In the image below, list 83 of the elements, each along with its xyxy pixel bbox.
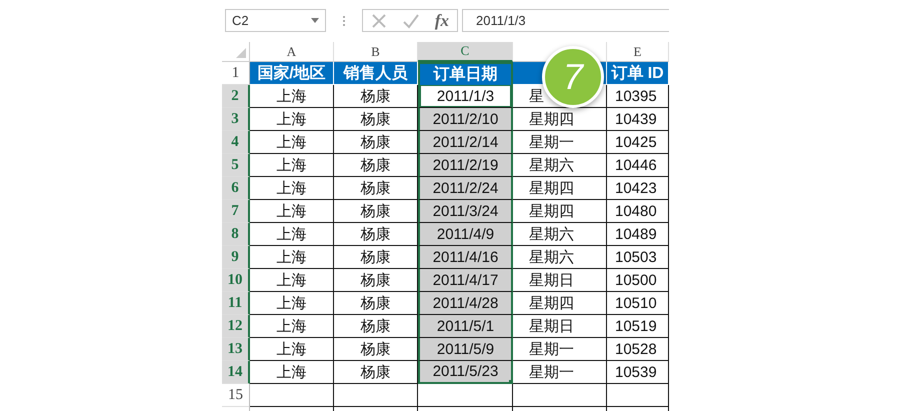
row-header[interactable]: 4: [222, 131, 250, 154]
row-header[interactable]: 1: [222, 62, 250, 85]
table-cell: 星期六: [513, 246, 607, 269]
insert-function-button[interactable]: fx: [434, 10, 450, 30]
column-header[interactable]: C: [418, 42, 513, 62]
table-cell: 上海: [250, 108, 334, 131]
column-header[interactable]: A: [250, 42, 334, 62]
table-cell: 10489: [607, 223, 669, 246]
table-cell: 销售人员: [334, 62, 418, 85]
table-cell: 10510: [607, 292, 669, 315]
row-header[interactable]: 10: [222, 269, 250, 292]
row-header[interactable]: 6: [222, 177, 250, 200]
cancel-icon[interactable]: [370, 12, 387, 28]
table-cell: 上海: [250, 246, 334, 269]
table-cell: 上海: [250, 85, 334, 108]
row-header[interactable]: 12: [222, 315, 250, 338]
table-cell: 上海: [250, 338, 334, 361]
formula-field[interactable]: 2011/1/3: [462, 9, 669, 32]
table-cell: 星期四: [513, 108, 607, 131]
row-header[interactable]: 5: [222, 154, 250, 177]
row-header[interactable]: 8: [222, 223, 250, 246]
table-cell: 10423: [607, 177, 669, 200]
name-box[interactable]: C2: [225, 9, 326, 32]
select-all-icon[interactable]: [236, 48, 246, 58]
table-cell: 2011/2/10: [418, 108, 513, 131]
table-cell: 星期六: [513, 154, 607, 177]
table-cell: 2011/2/19: [418, 154, 513, 177]
table-cell: 星期四: [513, 177, 607, 200]
table-cell: 2011/4/9: [418, 223, 513, 246]
row-header[interactable]: 13: [222, 338, 250, 361]
grip-icon: [342, 14, 346, 26]
empty-cell: [607, 384, 669, 407]
table-cell: 星期四: [513, 292, 607, 315]
table-cell: 10439: [607, 108, 669, 131]
table-cell: 10528: [607, 338, 669, 361]
row-header[interactable]: 3: [222, 108, 250, 131]
table-cell: 2011/5/9: [418, 338, 513, 361]
table-cell: 星期一: [513, 361, 607, 384]
row-header[interactable]: 2: [222, 85, 250, 108]
row-header[interactable]: 11: [222, 292, 250, 315]
table-cell: 2011/5/1: [418, 315, 513, 338]
table-cell: 10395: [607, 85, 669, 108]
row-header[interactable]: 9: [222, 246, 250, 269]
table-cell: 2011/3/24: [418, 200, 513, 223]
table-cell: 星期一: [513, 131, 607, 154]
table-cell: 星期日: [513, 315, 607, 338]
table-cell: 10446: [607, 154, 669, 177]
check-icon[interactable]: [402, 12, 419, 28]
table-cell: 10503: [607, 246, 669, 269]
table-cell: 2011/2/14: [418, 131, 513, 154]
table-cell: 2011/5/23: [418, 361, 513, 384]
table-cell: 10425: [607, 131, 669, 154]
table-cell: 2011/4/17: [418, 269, 513, 292]
row-header[interactable]: 15: [222, 384, 250, 407]
table-cell: 订单日期: [418, 62, 513, 85]
table-cell: 上海: [250, 292, 334, 315]
table-cell: 订单 ID: [607, 62, 669, 85]
table-cell: 国家/地区: [250, 62, 334, 85]
table-cell: 星期四: [513, 200, 607, 223]
table-cell: 2011/4/16: [418, 246, 513, 269]
table-cell: 星期六: [513, 223, 607, 246]
column-header[interactable]: E: [607, 42, 669, 62]
table-cell: 上海: [250, 177, 334, 200]
table-cell: 10480: [607, 200, 669, 223]
row-header[interactable]: 7: [222, 200, 250, 223]
table-cell: 上海: [250, 223, 334, 246]
table-cell: 上海: [250, 131, 334, 154]
column-header[interactable]: B: [334, 42, 418, 62]
table-cell: 10500: [607, 269, 669, 292]
table-cell: 2011/4/28: [418, 292, 513, 315]
table-cell: 星期日: [513, 269, 607, 292]
table-cell: 上海: [250, 315, 334, 338]
table-cell: 10519: [607, 315, 669, 338]
row-header[interactable]: 14: [222, 361, 250, 384]
table-cell: 上海: [250, 361, 334, 384]
table-cell: 2011/2/24: [418, 177, 513, 200]
table-cell: 上海: [250, 154, 334, 177]
table-cell: 2011/1/3: [418, 85, 513, 108]
table-cell: 上海: [250, 200, 334, 223]
table-cell: 星期一: [513, 338, 607, 361]
table-cell: 10539: [607, 361, 669, 384]
caret-icon: [311, 18, 319, 23]
table-cell: 上海: [250, 269, 334, 292]
